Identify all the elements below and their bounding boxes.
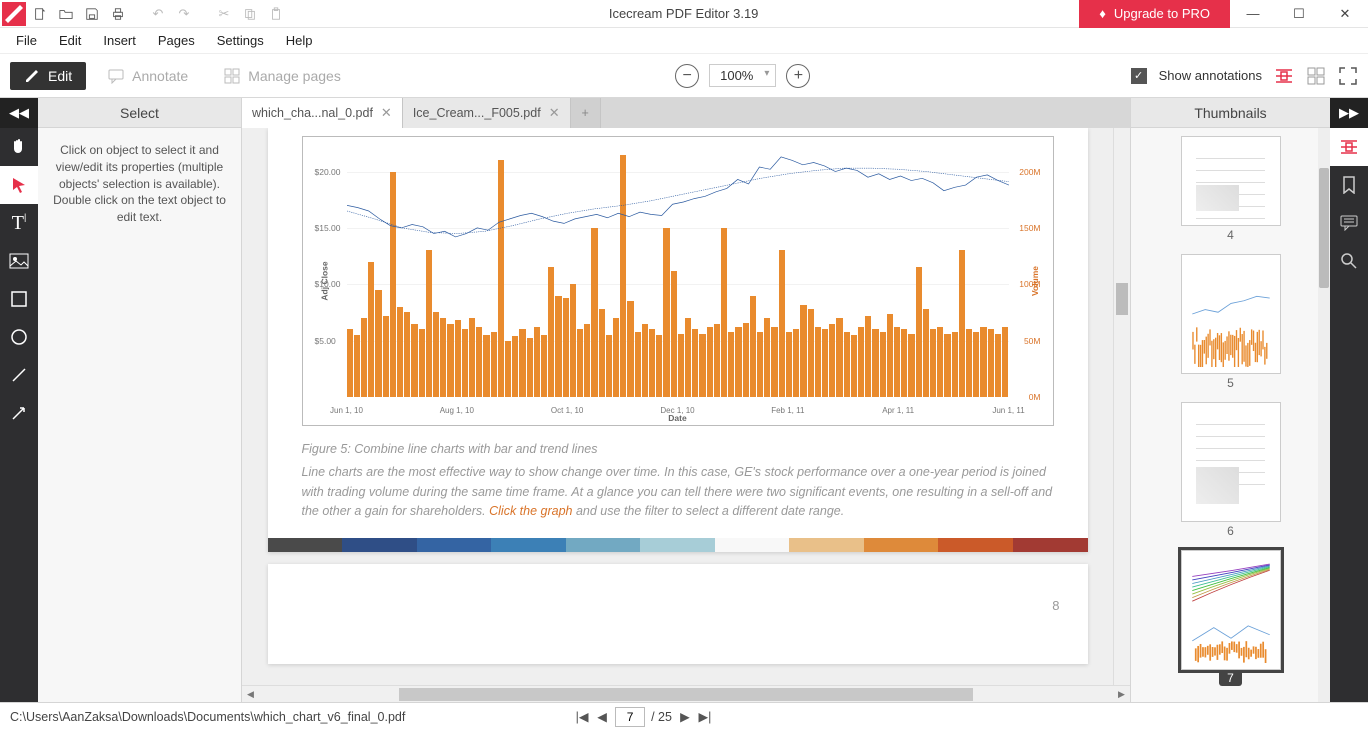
- thumbnail-list[interactable]: 4 5 6 7: [1131, 128, 1330, 702]
- horizontal-scrollbar[interactable]: ◀ ▶: [242, 685, 1130, 702]
- comments-tab-icon[interactable]: [1330, 204, 1368, 242]
- image-tool[interactable]: [0, 242, 38, 280]
- tab-0[interactable]: which_cha...nal_0.pdf ✕: [242, 98, 403, 128]
- menu-pages[interactable]: Pages: [148, 30, 205, 51]
- search-tab-icon[interactable]: [1330, 242, 1368, 280]
- thumbnail-label: 6: [1227, 522, 1234, 544]
- close-button[interactable]: ✕: [1322, 0, 1368, 28]
- page-total: / 25: [651, 710, 672, 724]
- manage-pages-button[interactable]: Manage pages: [210, 62, 355, 90]
- next-page-button[interactable]: ▶: [678, 709, 692, 724]
- menu-edit[interactable]: Edit: [49, 30, 91, 51]
- app-logo: [2, 2, 26, 26]
- file-path: C:\Users\AanZaksa\Downloads\Documents\wh…: [10, 710, 405, 724]
- right-panel-title: Thumbnails: [1131, 98, 1330, 128]
- hand-tool[interactable]: [0, 128, 38, 166]
- print-icon[interactable]: [106, 2, 130, 26]
- ellipse-tool[interactable]: [0, 318, 38, 356]
- document-scroll[interactable]: Adj Close Volume Date $5.00$10.00$15.00$…: [242, 128, 1113, 685]
- thumbnail-page-5[interactable]: [1181, 254, 1281, 374]
- prev-page-button[interactable]: ◀: [595, 709, 609, 724]
- menubar: File Edit Insert Pages Settings Help: [0, 28, 1368, 54]
- zoom-select[interactable]: 100%: [709, 64, 776, 87]
- footer-colorbar: [268, 538, 1088, 552]
- pdf-page-8: 8: [268, 564, 1088, 664]
- pdf-page-7: Adj Close Volume Date $5.00$10.00$15.00$…: [268, 128, 1088, 552]
- thumbnail-page-4[interactable]: [1181, 136, 1281, 226]
- tab-bar: which_cha...nal_0.pdf ✕ Ice_Cream..._F00…: [242, 98, 1130, 128]
- grid-view-icon[interactable]: [1306, 66, 1326, 86]
- pencil-icon: [24, 68, 40, 84]
- copy-icon[interactable]: [238, 2, 262, 26]
- thumbnail-page-6[interactable]: [1181, 402, 1281, 522]
- show-annotations-label: Show annotations: [1159, 68, 1262, 83]
- menu-help[interactable]: Help: [276, 30, 323, 51]
- line-tool[interactable]: [0, 356, 38, 394]
- figure-caption-body: Line charts are the most effective way t…: [302, 463, 1054, 521]
- maximize-button[interactable]: ☐: [1276, 0, 1322, 28]
- fullscreen-icon[interactable]: [1338, 66, 1358, 86]
- last-page-button[interactable]: ▶|: [698, 709, 712, 724]
- thumbnails-tab-icon[interactable]: [1330, 128, 1368, 166]
- annotate-mode-button[interactable]: Annotate: [94, 62, 202, 90]
- save-icon[interactable]: [80, 2, 104, 26]
- bookmarks-tab-icon[interactable]: [1330, 166, 1368, 204]
- vertical-scrollbar[interactable]: [1113, 128, 1130, 685]
- open-icon[interactable]: [54, 2, 78, 26]
- single-page-view-icon[interactable]: [1274, 66, 1294, 86]
- paste-icon[interactable]: [264, 2, 288, 26]
- minimize-button[interactable]: —: [1230, 0, 1276, 28]
- redo-icon[interactable]: ↷: [172, 2, 196, 26]
- chart-figure-5: Adj Close Volume Date $5.00$10.00$15.00$…: [302, 136, 1054, 426]
- text-tool[interactable]: T|: [0, 204, 38, 242]
- thumbs-scrollbar[interactable]: [1318, 128, 1330, 702]
- speech-bubble-icon: [108, 68, 124, 84]
- close-icon[interactable]: ✕: [381, 105, 392, 121]
- select-tool[interactable]: [0, 166, 38, 204]
- thumbnail-label: 7: [1219, 670, 1242, 686]
- menu-settings[interactable]: Settings: [207, 30, 274, 51]
- diamond-icon: ♦: [1099, 6, 1106, 21]
- thumbnail-label: 5: [1227, 374, 1234, 396]
- page-number: 8: [1052, 598, 1059, 613]
- page-input[interactable]: [615, 707, 645, 727]
- hscroll-left[interactable]: ◀: [242, 686, 259, 703]
- thumbnail-label: 4: [1227, 226, 1234, 248]
- upgrade-button[interactable]: ♦ Upgrade to PRO: [1079, 0, 1230, 28]
- rectangle-tool[interactable]: [0, 280, 38, 318]
- zoom-in-button[interactable]: +: [786, 64, 810, 88]
- grid-icon: [224, 68, 240, 84]
- close-icon[interactable]: ✕: [549, 105, 560, 121]
- cut-icon[interactable]: ✂: [212, 2, 236, 26]
- left-panel-body: Click on object to select it and view/ed…: [38, 128, 241, 240]
- edit-mode-button[interactable]: Edit: [10, 62, 86, 90]
- thumbnail-page-7[interactable]: [1181, 550, 1281, 670]
- new-icon[interactable]: [28, 2, 52, 26]
- first-page-button[interactable]: |◀: [575, 709, 589, 724]
- menu-insert[interactable]: Insert: [93, 30, 146, 51]
- add-tab-button[interactable]: +: [571, 98, 601, 128]
- click-graph-link[interactable]: Click the graph: [489, 504, 572, 518]
- zoom-out-button[interactable]: −: [675, 64, 699, 88]
- left-panel-title: Select: [38, 98, 241, 128]
- window-title: Icecream PDF Editor 3.19: [288, 6, 1079, 21]
- tab-1[interactable]: Ice_Cream..._F005.pdf ✕: [403, 98, 571, 128]
- hscroll-right[interactable]: ▶: [1113, 686, 1130, 703]
- undo-icon[interactable]: ↶: [146, 2, 170, 26]
- left-panel-collapse[interactable]: ◀◀: [0, 98, 38, 128]
- arrow-tool[interactable]: [0, 394, 38, 432]
- figure-caption-title: Figure 5: Combine line charts with bar a…: [302, 440, 1054, 459]
- right-panel-collapse[interactable]: ▶▶: [1330, 98, 1368, 128]
- menu-file[interactable]: File: [6, 30, 47, 51]
- show-annotations-checkbox[interactable]: ✓: [1131, 68, 1147, 84]
